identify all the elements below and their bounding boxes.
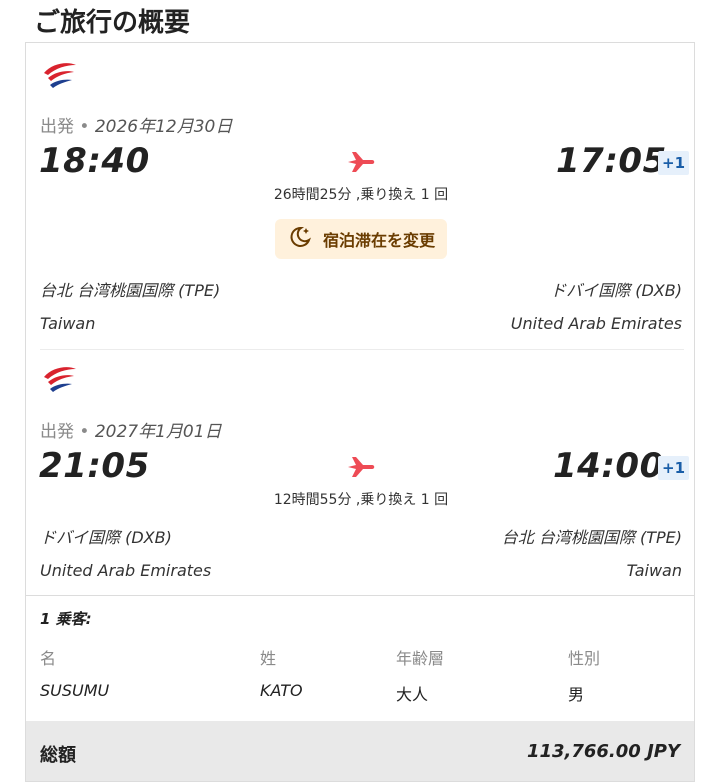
airline-logo-icon bbox=[40, 59, 80, 91]
flight-duration: 12時間55分 ,乗り換え 1 回 bbox=[273, 492, 449, 508]
moon-stars-icon bbox=[287, 224, 313, 254]
trip-summary-card: 出発 • 2026年12月30日 18:40 26時間25分 ,乗り換え 1 回… bbox=[25, 42, 695, 782]
arrival-time: 14:00 bbox=[553, 446, 664, 486]
day-offset-badge: +1 bbox=[658, 151, 690, 175]
passenger-last-name: KATO bbox=[260, 681, 303, 700]
change-stay-button[interactable]: 宿泊滞在を変更 bbox=[275, 219, 448, 259]
origin-airport: 台北 台湾桃園国際 (TPE) bbox=[40, 281, 221, 300]
flight-duration: 26時間25分 ,乗り換え 1 回 bbox=[273, 187, 449, 203]
departure-time: 21:05 bbox=[39, 446, 150, 486]
origin-airport: ドバイ国際 (DXB) bbox=[40, 528, 172, 547]
passenger-gender: 男 bbox=[568, 685, 585, 704]
col-header-age-group: 年齢層 bbox=[396, 649, 445, 668]
day-offset-badge: +1 bbox=[658, 456, 690, 480]
total-price-bar: 総額 113,766.00 JPY bbox=[26, 721, 694, 781]
passenger-first-name: SUSUMU bbox=[40, 681, 110, 700]
total-label: 総額 bbox=[40, 745, 76, 766]
col-header-gender: 性別 bbox=[568, 649, 601, 668]
destination-country: United Arab Emirates bbox=[510, 314, 682, 333]
departure-date: 出発 • 2026年12月30日 bbox=[40, 117, 233, 137]
plane-icon bbox=[346, 454, 376, 484]
col-header-last-name: 姓 bbox=[260, 649, 277, 668]
col-header-first-name: 名 bbox=[40, 649, 57, 668]
page-title: ご旅行の概要 bbox=[34, 8, 191, 38]
plane-icon bbox=[346, 149, 376, 179]
change-stay-label: 宿泊滞在を変更 bbox=[323, 231, 436, 250]
origin-country: United Arab Emirates bbox=[40, 561, 212, 580]
passenger-age-group: 大人 bbox=[396, 685, 429, 704]
departure-time: 18:40 bbox=[39, 141, 150, 181]
destination-airport: 台北 台湾桃園国際 (TPE) bbox=[501, 528, 682, 547]
total-amount: 113,766.00 JPY bbox=[526, 741, 680, 762]
destination-airport: ドバイ国際 (DXB) bbox=[550, 281, 682, 300]
destination-country: Taiwan bbox=[626, 561, 682, 580]
passenger-count-title: 1 乗客: bbox=[40, 610, 92, 628]
origin-country: Taiwan bbox=[40, 314, 96, 333]
passenger-section-divider bbox=[26, 595, 694, 596]
arrival-time: 17:05 bbox=[556, 141, 667, 181]
airline-logo-icon bbox=[40, 363, 80, 395]
segment-divider bbox=[40, 349, 684, 350]
departure-date: 出発 • 2027年1月01日 bbox=[40, 422, 222, 442]
